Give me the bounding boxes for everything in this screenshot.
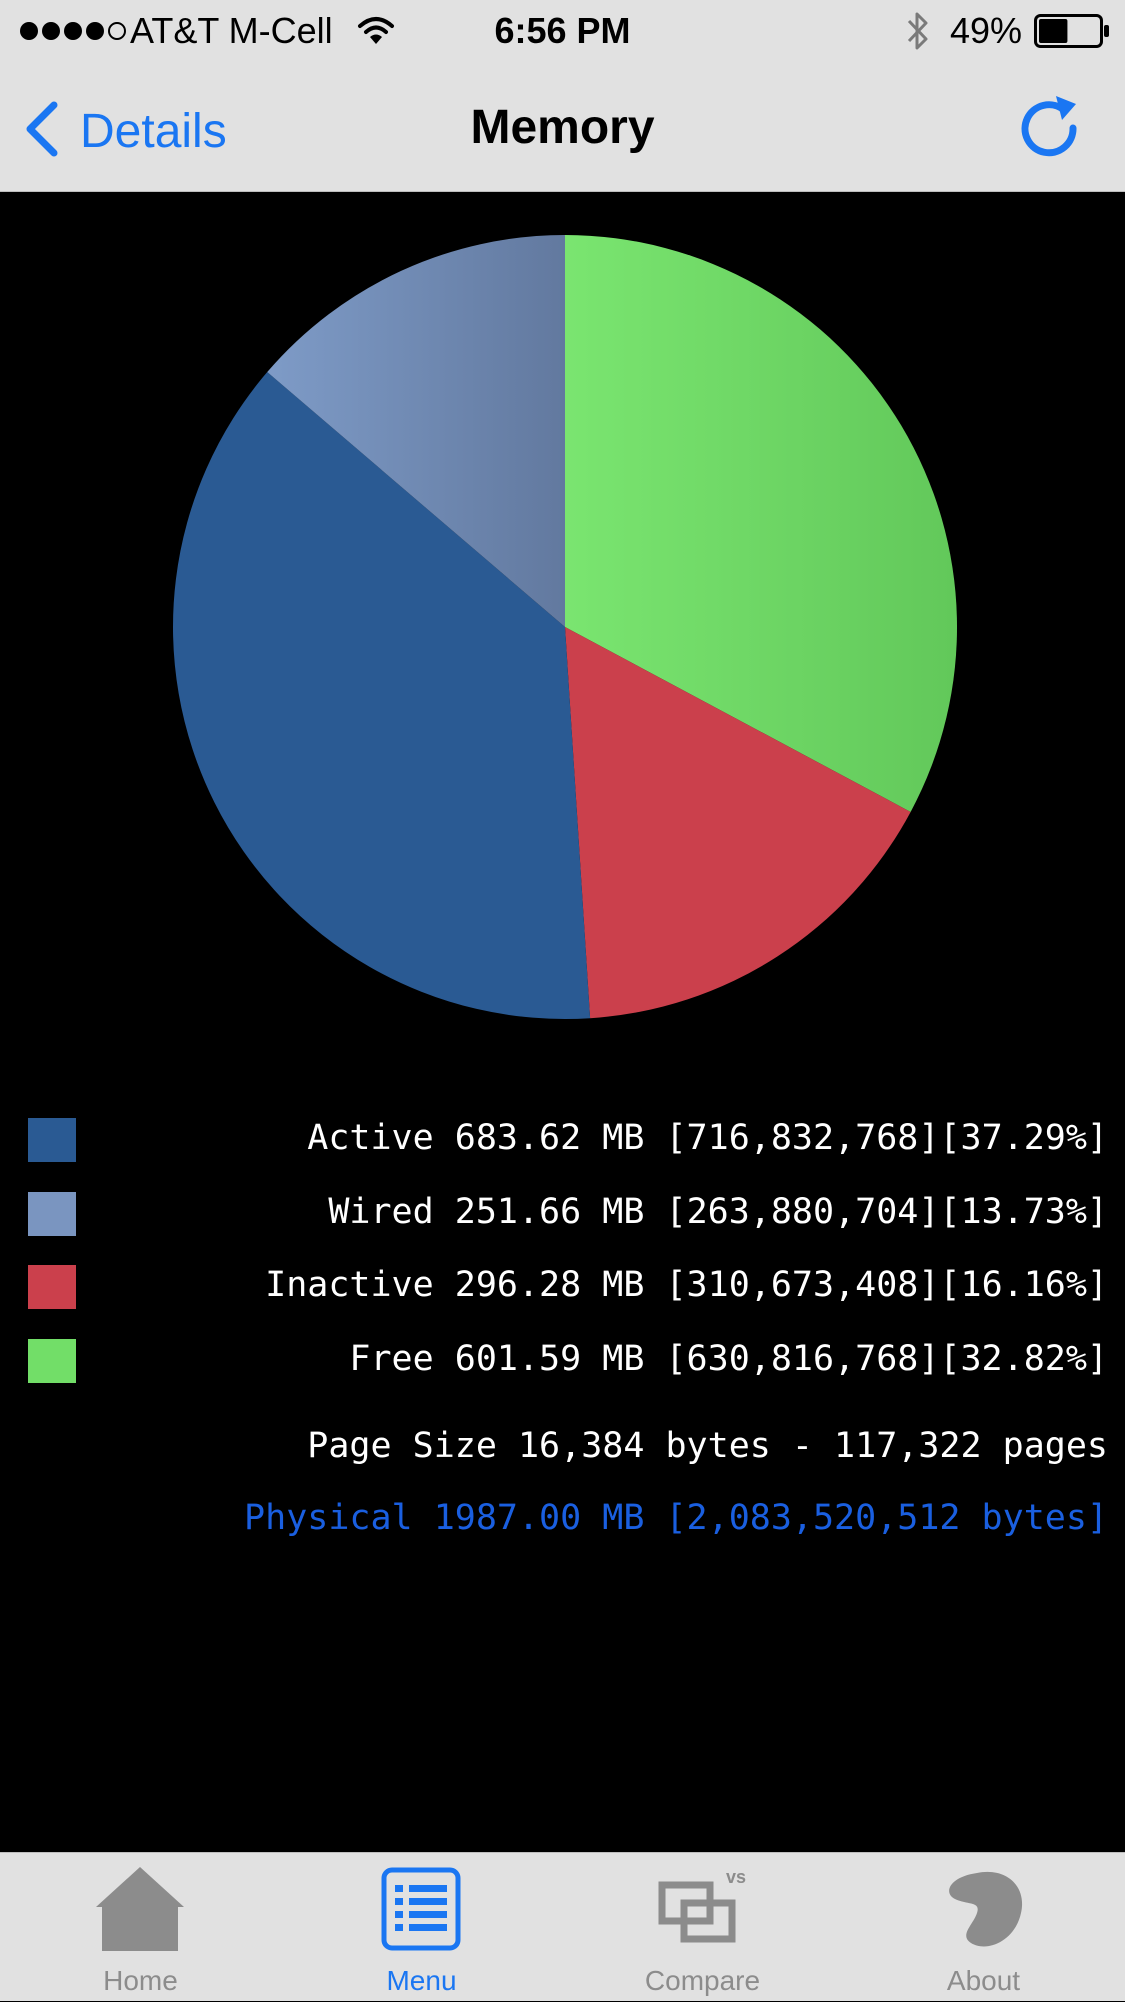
tab-compare[interactable]: vs Compare	[562, 1853, 843, 2002]
page-size-info: Page Size 16,384 bytes - 117,322 pages	[307, 1426, 1108, 1466]
tab-compare-label: Compare	[644, 1965, 761, 1996]
page-title: Memory	[470, 101, 655, 154]
status-bar: AT&T M-Cell 6:56 PM 49%	[0, 0, 1125, 64]
tab-home[interactable]: Home	[0, 1853, 281, 2002]
tab-home-label: Home	[103, 1965, 178, 1996]
refresh-button[interactable]	[1018, 88, 1084, 164]
legend-free: Free 601.59 MB [630,816,768][32.82%]	[349, 1339, 1108, 1379]
tab-menu[interactable]: Menu	[281, 1853, 562, 2002]
tab-menu-label: Menu	[386, 1965, 457, 1996]
home-icon	[96, 1867, 184, 1951]
tab-about[interactable]: About	[843, 1853, 1124, 2002]
about-logo-icon	[949, 1871, 1023, 1947]
legend-swatch-free	[28, 1339, 76, 1383]
legend-swatch-inactive	[28, 1265, 76, 1309]
tab-about-label: About	[946, 1965, 1021, 1996]
list-icon	[381, 1867, 461, 1951]
bluetooth-icon	[907, 12, 928, 50]
legend-swatch-wired	[28, 1192, 76, 1236]
memory-pie-chart	[173, 234, 957, 1020]
navigation-bar: Details Memory	[0, 64, 1125, 192]
physical-memory-info: Physical 1987.00 MB [2,083,520,512 bytes…	[244, 1498, 1108, 1538]
compare-vs-badge: vs	[726, 1867, 747, 1887]
refresh-arrowhead	[1056, 96, 1076, 120]
legend-active: Active 683.62 MB [716,832,768][37.29%]	[307, 1118, 1108, 1158]
battery-percent: 49%	[950, 10, 1023, 51]
tab-bar: Home Menu vs Compare About	[0, 1852, 1125, 2001]
memory-content: Active 683.62 MB [716,832,768][37.29%] W…	[0, 192, 1125, 1852]
legend-swatch-active	[28, 1118, 76, 1162]
legend-inactive: Inactive 296.28 MB [310,673,408][16.16%]	[265, 1265, 1108, 1305]
battery-icon	[1034, 14, 1109, 48]
legend-wired: Wired 251.66 MB [263,880,704][13.73%]	[328, 1192, 1108, 1232]
